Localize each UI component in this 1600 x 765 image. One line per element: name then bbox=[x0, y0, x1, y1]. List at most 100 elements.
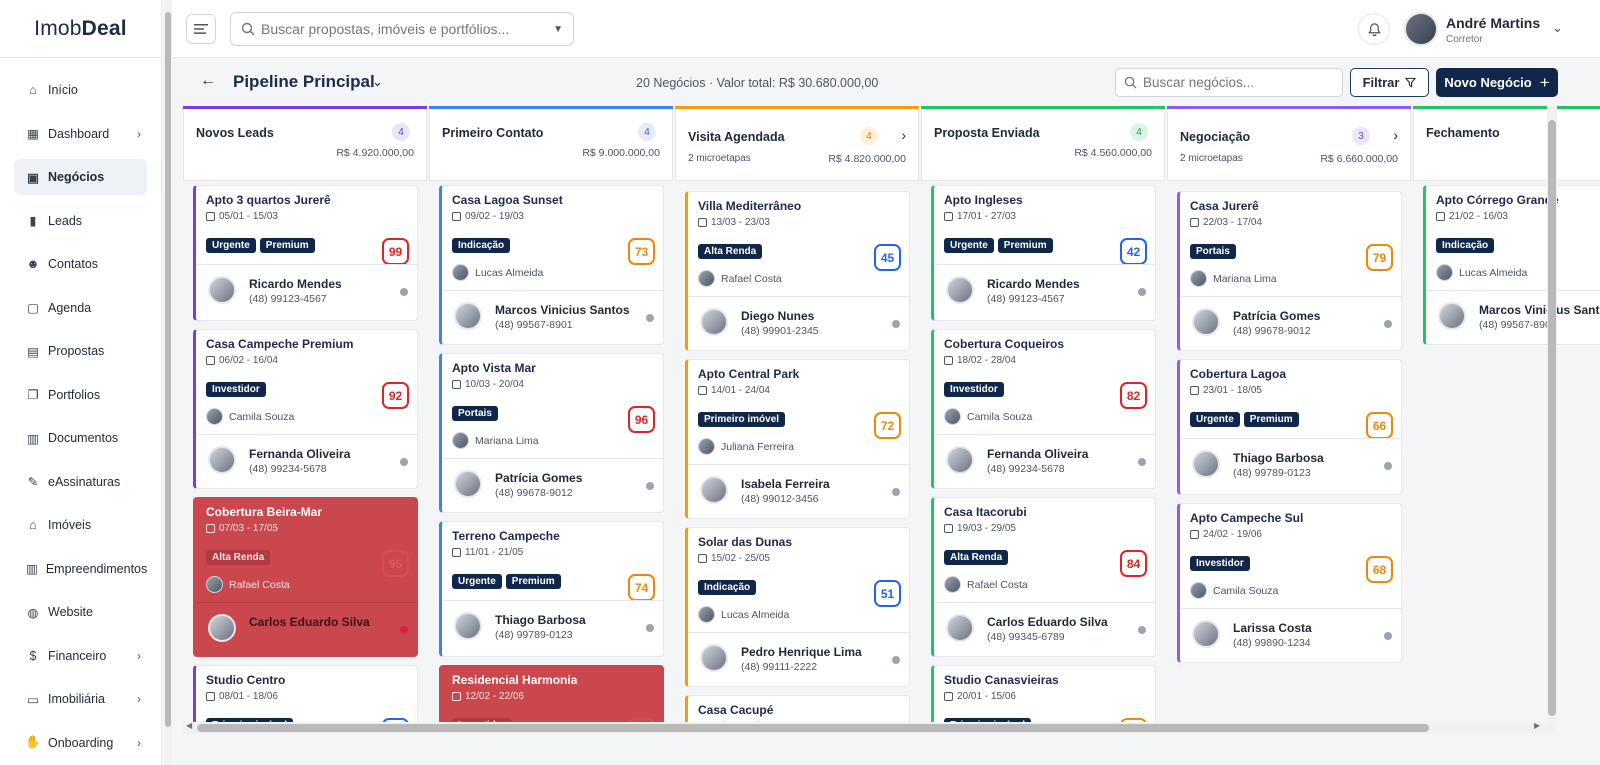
pipeline-chevron-down-icon[interactable]: ⌄ bbox=[372, 74, 383, 90]
deal-card[interactable]: Casa Itacorubi 19/03 - 29/05 Alta Renda 84 R… bbox=[931, 497, 1156, 657]
client-name[interactable]: Marcos Vinicius Santos bbox=[1479, 303, 1600, 317]
deal-card[interactable]: Terreno Campeche 11/01 - 21/05 Urgente Prem… bbox=[439, 521, 664, 657]
client-name[interactable]: Isabela Ferreira bbox=[741, 477, 830, 491]
deal-card[interactable]: Apto Ingleses 17/01 - 27/03 Urgente Premium… bbox=[931, 185, 1156, 321]
chevron-right-icon[interactable]: › bbox=[137, 692, 141, 706]
sidebar-item-eassinaturas[interactable]: ✎ eAssinaturas bbox=[14, 464, 147, 500]
board-horizontal-scrollbar-thumb[interactable] bbox=[197, 724, 1429, 732]
deal-title[interactable]: Casa Lagoa Sunset bbox=[452, 193, 563, 207]
deal-card[interactable]: Apto 3 quartos Jurerê 05/01 - 15/03 Urgent… bbox=[193, 185, 418, 321]
client-name[interactable]: Carlos Eduardo Silva bbox=[987, 615, 1108, 629]
deal-card[interactable]: Apto Vista Mar 10/03 - 20/04 Portais 96 Mari… bbox=[439, 353, 664, 513]
sidebar-item-financeiro[interactable]: $ Financeiro › bbox=[14, 638, 147, 674]
sidebar-item-neg-cios[interactable]: ▣ Negócios bbox=[14, 159, 147, 195]
client-name[interactable]: Patrícia Gomes bbox=[1233, 309, 1320, 323]
deal-card[interactable]: Apto Central Park 14/01 - 24/04 Primeiro i… bbox=[685, 359, 910, 519]
sidebar-item-imobili-ria[interactable]: ▭ Imobiliária › bbox=[14, 681, 147, 717]
expand-stage-chevron-icon[interactable]: › bbox=[901, 127, 906, 143]
client-name[interactable]: Thiago Barbosa bbox=[1233, 451, 1324, 465]
deal-title[interactable]: Terreno Campeche bbox=[452, 529, 560, 543]
pipeline-title[interactable]: Pipeline Principal bbox=[233, 72, 375, 92]
client-avatar[interactable] bbox=[454, 470, 482, 498]
app-logo[interactable]: Imob Deal bbox=[0, 0, 161, 58]
client-name[interactable]: Pedro Henrique Lima bbox=[741, 645, 862, 659]
client-name[interactable]: Carlos Eduardo Silva bbox=[249, 615, 370, 629]
sidebar-scrollbar-thumb[interactable] bbox=[165, 12, 171, 727]
sidebar-item-im-veis[interactable]: ⌂ Imóveis bbox=[14, 507, 147, 543]
deal-title[interactable]: Villa Mediterrâneo bbox=[698, 199, 801, 213]
client-avatar[interactable] bbox=[454, 302, 482, 330]
deal-title[interactable]: Casa Cacupé bbox=[698, 703, 773, 717]
column-header[interactable]: Negociação 3 › 2 microetapas R$ 6.660.000,00 bbox=[1167, 109, 1411, 181]
sidebar-item-contatos[interactable]: ☻ Contatos bbox=[14, 246, 147, 282]
back-arrow-icon[interactable]: ← bbox=[200, 72, 216, 90]
deal-title[interactable]: Apto Campeche Sul bbox=[1190, 511, 1303, 525]
deal-title[interactable]: Apto Vista Mar bbox=[452, 361, 536, 375]
chevron-right-icon[interactable]: › bbox=[137, 736, 141, 750]
deal-card[interactable]: Studio Centro08/01 - 18/06Primeiro imóve… bbox=[193, 665, 418, 722]
sidebar-item-website[interactable]: ◍ Website bbox=[14, 594, 147, 630]
column-header[interactable]: Fechamento bbox=[1413, 109, 1600, 181]
sidebar-item-propostas[interactable]: ▤ Propostas bbox=[14, 333, 147, 369]
client-name[interactable]: Patrícia Gomes bbox=[495, 471, 582, 485]
client-name[interactable]: Fernanda Oliveira bbox=[249, 447, 350, 461]
deal-title[interactable]: Solar das Dunas bbox=[698, 535, 792, 549]
deal-title[interactable]: Casa Campeche Premium bbox=[206, 337, 353, 351]
client-avatar[interactable] bbox=[1192, 450, 1220, 478]
client-name[interactable]: Thiago Barbosa bbox=[495, 613, 586, 627]
column-header[interactable]: Novos Leads 4 R$ 4.920.000,00 bbox=[183, 109, 427, 181]
deal-card[interactable]: Casa Cacupé16/03 - 26/06 bbox=[685, 695, 910, 722]
client-avatar[interactable] bbox=[1192, 308, 1220, 336]
deal-card[interactable]: Cobertura Coqueiros 18/02 - 28/04 Investid… bbox=[931, 329, 1156, 489]
client-name[interactable]: Larissa Costa bbox=[1233, 621, 1312, 635]
global-search[interactable]: ▼ bbox=[230, 12, 574, 46]
user-menu-chevron-icon[interactable]: ⌄ bbox=[1552, 20, 1563, 36]
deal-search-input[interactable] bbox=[1143, 75, 1334, 90]
sidebar-item-in-cio[interactable]: ⌂ Início bbox=[14, 72, 147, 108]
client-avatar[interactable] bbox=[454, 612, 482, 640]
deal-card[interactable]: Cobertura Lagoa 23/01 - 18/05 Urgente Premi… bbox=[1177, 359, 1402, 495]
deal-card[interactable]: Studio Canasvieiras20/01 - 15/06Primeiro… bbox=[931, 665, 1156, 722]
chevron-right-icon[interactable]: › bbox=[137, 127, 141, 141]
deal-title[interactable]: Casa Itacorubi bbox=[944, 505, 1027, 519]
deal-card[interactable]: Solar das Dunas 15/02 - 25/05 Indicação 51 L… bbox=[685, 527, 910, 687]
deal-card[interactable]: Casa Lagoa Sunset 09/02 - 19/03 Indicação 7… bbox=[439, 185, 664, 345]
deal-card[interactable]: Villa Mediterrâneo 13/03 - 23/03 Alta Rend… bbox=[685, 191, 910, 351]
deal-card[interactable]: Cobertura Beira-Mar 07/03 - 17/05 Alta Ren… bbox=[193, 497, 418, 657]
deal-title[interactable]: Cobertura Lagoa bbox=[1190, 367, 1286, 381]
client-avatar[interactable] bbox=[700, 644, 728, 672]
notifications-button[interactable] bbox=[1358, 13, 1390, 45]
sidebar-item-empreendimentos[interactable]: ▥ Empreendimentos bbox=[14, 551, 147, 587]
client-avatar[interactable] bbox=[946, 446, 974, 474]
client-name[interactable]: Diego Nunes bbox=[741, 309, 814, 323]
global-search-input[interactable] bbox=[261, 21, 554, 37]
deal-title[interactable]: Cobertura Beira-Mar bbox=[206, 505, 322, 519]
user-name[interactable]: André Martins bbox=[1446, 15, 1540, 31]
deal-title[interactable]: Apto Córrego Grande bbox=[1436, 193, 1559, 207]
client-name[interactable]: Ricardo Mendes bbox=[249, 277, 342, 291]
column-header[interactable]: Visita Agendada 4 › 2 microetapas R$ 4.820.0… bbox=[675, 109, 919, 181]
sidebar-item-leads[interactable]: ▮ Leads bbox=[14, 203, 147, 239]
client-avatar[interactable] bbox=[1438, 302, 1466, 330]
client-avatar[interactable] bbox=[946, 614, 974, 642]
deal-card[interactable]: Apto Córrego Grande 21/02 - 16/03 Indicaçã… bbox=[1423, 185, 1600, 345]
scroll-left-icon[interactable]: ◀ bbox=[186, 721, 192, 730]
deal-title[interactable]: Cobertura Coqueiros bbox=[944, 337, 1064, 351]
deal-title[interactable]: Casa Jurerê bbox=[1190, 199, 1259, 213]
deal-title[interactable]: Apto Central Park bbox=[698, 367, 799, 381]
client-avatar[interactable] bbox=[700, 308, 728, 336]
client-avatar[interactable] bbox=[208, 614, 236, 642]
deal-card[interactable]: Apto Campeche Sul 24/02 - 19/06 Investidor… bbox=[1177, 503, 1402, 663]
deal-title[interactable]: Apto Ingleses bbox=[944, 193, 1023, 207]
deal-card[interactable]: Casa Jurerê 22/03 - 17/04 Portais 79 Mariana… bbox=[1177, 191, 1402, 351]
deal-card[interactable]: Residencial Harmonia12/02 - 22/06Investi… bbox=[439, 665, 664, 722]
deal-title[interactable]: Apto 3 quartos Jurerê bbox=[206, 193, 331, 207]
sidebar-item-documentos[interactable]: ▥ Documentos bbox=[14, 420, 147, 456]
client-avatar[interactable] bbox=[208, 276, 236, 304]
sidebar-item-portfolios[interactable]: ❐ Portfolios bbox=[14, 377, 147, 413]
sidebar-item-agenda[interactable]: ▢ Agenda bbox=[14, 290, 147, 326]
client-name[interactable]: Ricardo Mendes bbox=[987, 277, 1080, 291]
new-deal-button[interactable]: Novo Negócio + bbox=[1436, 68, 1558, 97]
menu-toggle-button[interactable] bbox=[186, 14, 216, 44]
client-avatar[interactable] bbox=[700, 476, 728, 504]
